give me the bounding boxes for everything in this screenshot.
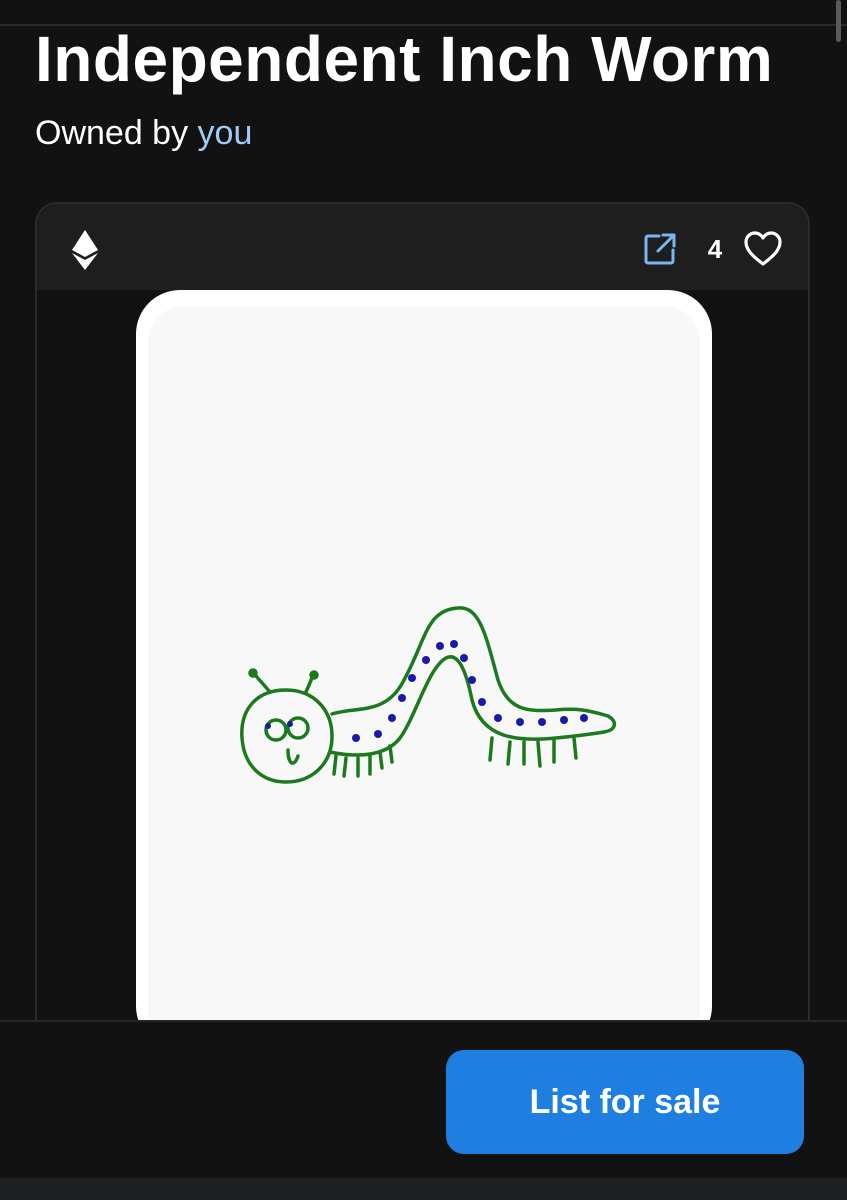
bottom-strip [0, 1178, 847, 1200]
inch-worm-drawing [240, 606, 617, 784]
list-for-sale-button[interactable]: List for sale [446, 1050, 804, 1154]
scrollbar[interactable] [836, 0, 841, 42]
nft-detail-page: Independent Inch Worm Owned by you 4 Lis… [0, 0, 847, 1200]
nft-card: 4 [35, 202, 810, 1102]
owner-link[interactable]: you [198, 114, 253, 152]
bottom-action-bar: List for sale [0, 1020, 847, 1178]
nft-artwork[interactable] [136, 290, 712, 1050]
owner-prefix: Owned by [35, 114, 189, 152]
external-link-icon[interactable] [643, 232, 677, 266]
page-title: Independent Inch Worm [35, 23, 774, 95]
like-count: 4 [707, 234, 723, 264]
card-header: 4 [37, 204, 808, 290]
heart-outline-icon[interactable] [743, 230, 783, 268]
owner-line: Owned by you [35, 114, 252, 153]
ethereum-icon [72, 230, 98, 270]
